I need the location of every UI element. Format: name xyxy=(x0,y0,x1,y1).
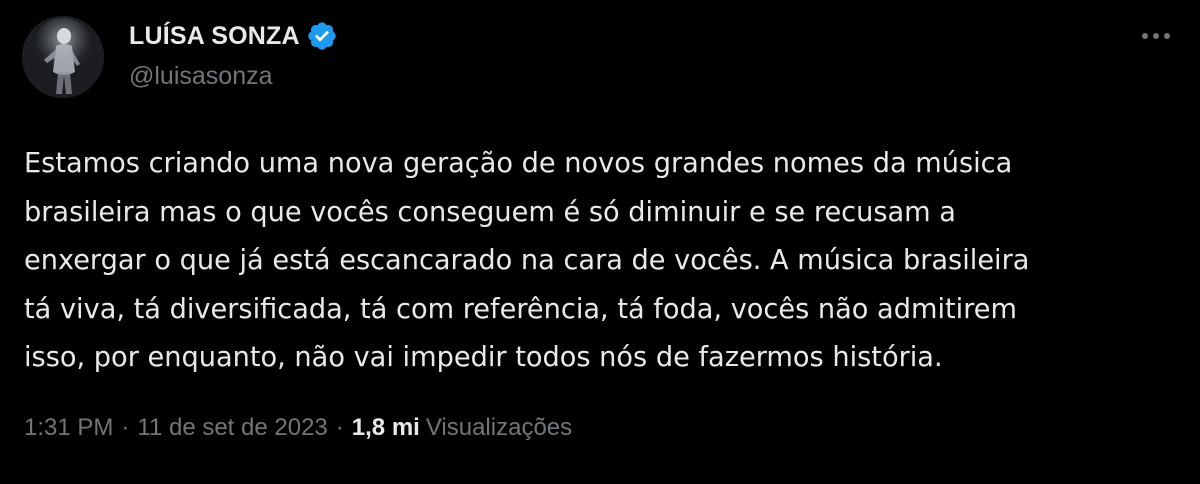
verified-badge-icon xyxy=(306,20,338,52)
avatar[interactable] xyxy=(22,16,104,98)
tweet-text: Estamos criando uma nova geração de novo… xyxy=(24,148,1030,374)
author-name-row: LUÍSA SONZA xyxy=(129,18,338,54)
separator-dot: · xyxy=(121,414,130,441)
tweet-card: LUÍSA SONZA @luisasonza Estamos criando … xyxy=(0,0,1200,484)
views-count[interactable]: 1,8 mi xyxy=(352,414,420,442)
avatar-image xyxy=(22,16,104,98)
author-handle[interactable]: @luisasonza xyxy=(129,62,338,91)
author-info: LUÍSA SONZA @luisasonza xyxy=(129,18,338,91)
more-options-icon[interactable] xyxy=(1138,22,1174,50)
tweet-time[interactable]: 1:31 PM xyxy=(24,414,113,442)
tweet-date[interactable]: 11 de set de 2023 xyxy=(137,414,327,442)
views-label[interactable]: Visualizações xyxy=(426,414,572,442)
tweet-metadata: 1:31 PM · 11 de set de 2023 · 1,8 mi Vis… xyxy=(24,414,572,442)
author-display-name[interactable]: LUÍSA SONZA xyxy=(129,22,300,51)
separator-dot: · xyxy=(335,414,344,441)
